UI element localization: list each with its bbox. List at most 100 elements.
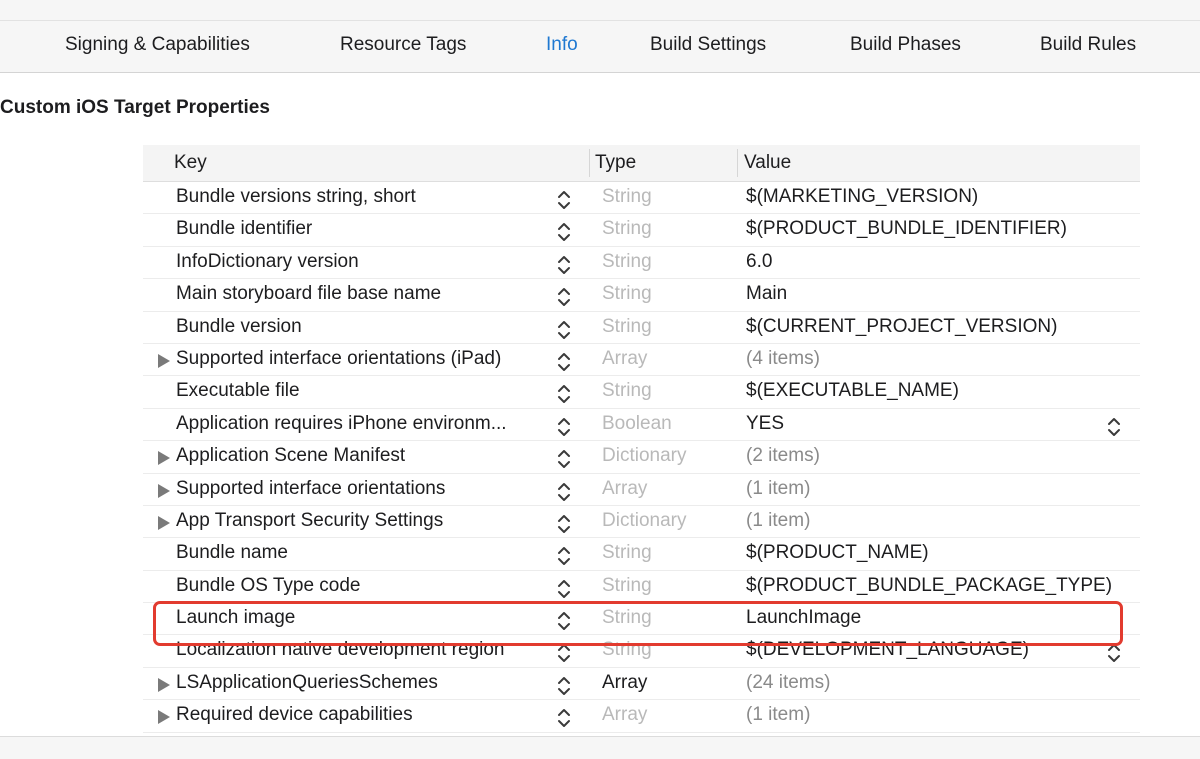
table-row[interactable]: Bundle versions string, short String $(MAR… [143, 182, 1140, 215]
key-stepper-icon[interactable] [557, 513, 571, 535]
row-type[interactable]: Array [602, 477, 647, 501]
table-row[interactable]: App Transport Security Settings Dictionar… [143, 506, 1140, 539]
key-stepper-icon[interactable] [557, 286, 571, 308]
row-key[interactable]: InfoDictionary version [176, 250, 359, 274]
launch-image-highlight-box [153, 601, 1123, 646]
row-type[interactable]: String [602, 217, 652, 241]
table-row[interactable]: Application Scene Manifest Dictionary (2 i… [143, 441, 1140, 474]
row-type[interactable]: Dictionary [602, 444, 686, 468]
key-stepper-icon[interactable] [557, 221, 571, 243]
row-value[interactable]: (1 item) [746, 703, 810, 727]
tab-info[interactable]: Info [546, 33, 578, 57]
disclosure-triangle-icon[interactable] [158, 451, 170, 466]
tab-build-phases[interactable]: Build Phases [850, 33, 961, 57]
key-stepper-icon[interactable] [557, 416, 571, 438]
table-row[interactable]: Bundle version String $(CURRENT_PROJECT_VE… [143, 312, 1140, 344]
row-value[interactable]: (1 item) [746, 477, 810, 501]
tab-bar-divider [0, 20, 1200, 21]
row-value[interactable]: YES [746, 412, 784, 436]
column-header-value[interactable]: Value [744, 151, 791, 175]
row-type[interactable]: String [602, 541, 652, 565]
row-key[interactable]: Bundle name [176, 541, 288, 565]
row-value[interactable]: (1 item) [746, 509, 810, 533]
row-key[interactable]: Application Scene Manifest [176, 444, 405, 468]
properties-table: Key Type Value Bundle versions string, s… [143, 145, 1140, 735]
row-value[interactable]: $(PRODUCT_BUNDLE_IDENTIFIER) [746, 217, 1067, 241]
section-title: Custom iOS Target Properties [0, 97, 270, 118]
table-body: Bundle versions string, short String $(MAR… [143, 182, 1140, 733]
key-stepper-icon[interactable] [557, 351, 571, 373]
row-value[interactable]: $(EXECUTABLE_NAME) [746, 379, 959, 403]
row-key[interactable]: Bundle identifier [176, 217, 312, 241]
table-row[interactable]: Bundle identifier String $(PRODUCT_BUNDLE_… [143, 214, 1140, 247]
disclosure-triangle-icon[interactable] [158, 677, 170, 692]
key-stepper-icon[interactable] [557, 481, 571, 503]
key-stepper-icon[interactable] [557, 675, 571, 697]
tab-build-rules[interactable]: Build Rules [1040, 33, 1136, 57]
key-stepper-icon[interactable] [557, 707, 571, 729]
key-stepper-icon[interactable] [557, 383, 571, 405]
row-key[interactable]: Executable file [176, 379, 300, 403]
row-key[interactable]: Application requires iPhone environm... [176, 412, 507, 436]
row-key[interactable]: Required device capabilities [176, 703, 413, 727]
disclosure-triangle-icon[interactable] [158, 515, 170, 530]
key-stepper-icon[interactable] [557, 578, 571, 600]
key-stepper-icon[interactable] [557, 545, 571, 567]
key-stepper-icon[interactable] [557, 448, 571, 470]
table-row[interactable]: LSApplicationQueriesSchemes Array (24 item… [143, 668, 1140, 701]
row-key[interactable]: Main storyboard file base name [176, 282, 441, 306]
row-key[interactable]: LSApplicationQueriesSchemes [176, 671, 438, 695]
tab-build-settings[interactable]: Build Settings [650, 33, 766, 57]
row-value[interactable]: 6.0 [746, 250, 772, 274]
key-stepper-icon[interactable] [557, 254, 571, 276]
row-type[interactable]: String [602, 250, 652, 274]
row-type[interactable]: Boolean [602, 412, 672, 436]
row-type[interactable]: String [602, 379, 652, 403]
row-value[interactable]: (2 items) [746, 444, 820, 468]
column-divider[interactable] [589, 149, 590, 177]
key-stepper-icon[interactable] [557, 189, 571, 211]
row-value[interactable]: $(CURRENT_PROJECT_VERSION) [746, 315, 1057, 339]
row-type[interactable]: String [602, 574, 652, 598]
disclosure-triangle-icon[interactable] [158, 483, 170, 498]
table-row[interactable]: InfoDictionary version String 6.0 [143, 247, 1140, 280]
table-row[interactable]: Required device capabilities Array (1 item… [143, 700, 1140, 733]
row-value[interactable]: Main [746, 282, 787, 306]
row-key[interactable]: Supported interface orientations (iPad) [176, 347, 501, 371]
row-key[interactable]: Supported interface orientations [176, 477, 445, 501]
row-type[interactable]: String [602, 185, 652, 209]
disclosure-triangle-icon[interactable] [158, 710, 170, 725]
column-divider[interactable] [737, 149, 738, 177]
tab-resource-tags[interactable]: Resource Tags [340, 33, 466, 57]
row-key[interactable]: Bundle version [176, 315, 302, 339]
column-header-type[interactable]: Type [595, 151, 636, 175]
row-value[interactable]: $(PRODUCT_BUNDLE_PACKAGE_TYPE) [746, 574, 1112, 598]
column-header-key[interactable]: Key [174, 151, 207, 175]
value-stepper-icon[interactable] [1107, 416, 1121, 438]
row-value[interactable]: (24 items) [746, 671, 830, 695]
table-header: Key Type Value [143, 145, 1140, 182]
row-type[interactable]: String [602, 315, 652, 339]
row-value[interactable]: (4 items) [746, 347, 820, 371]
row-type[interactable]: Array [602, 347, 647, 371]
table-row[interactable]: Main storyboard file base name String Main [143, 279, 1140, 312]
tab-signing-capabilities[interactable]: Signing & Capabilities [65, 33, 250, 57]
table-row[interactable]: Supported interface orientations (iPad) A… [143, 344, 1140, 377]
table-row[interactable]: Application requires iPhone environm... B… [143, 409, 1140, 442]
table-row[interactable]: Executable file String $(EXECUTABLE_NAME) [143, 376, 1140, 409]
row-type[interactable]: String [602, 282, 652, 306]
bottom-bar [0, 736, 1200, 759]
key-stepper-icon[interactable] [557, 319, 571, 341]
row-type[interactable]: Array [602, 703, 647, 727]
row-value[interactable]: $(MARKETING_VERSION) [746, 185, 978, 209]
disclosure-triangle-icon[interactable] [158, 353, 170, 368]
row-value[interactable]: $(PRODUCT_NAME) [746, 541, 929, 565]
row-key[interactable]: App Transport Security Settings [176, 509, 443, 533]
table-row[interactable]: Bundle name String $(PRODUCT_NAME) [143, 538, 1140, 571]
table-row[interactable]: Supported interface orientations Array (1 … [143, 474, 1140, 506]
row-key[interactable]: Bundle versions string, short [176, 185, 416, 209]
table-row[interactable]: Bundle OS Type code String $(PRODUCT_BUNDL… [143, 571, 1140, 604]
row-type[interactable]: Array [602, 671, 647, 695]
row-type[interactable]: Dictionary [602, 509, 686, 533]
row-key[interactable]: Bundle OS Type code [176, 574, 361, 598]
